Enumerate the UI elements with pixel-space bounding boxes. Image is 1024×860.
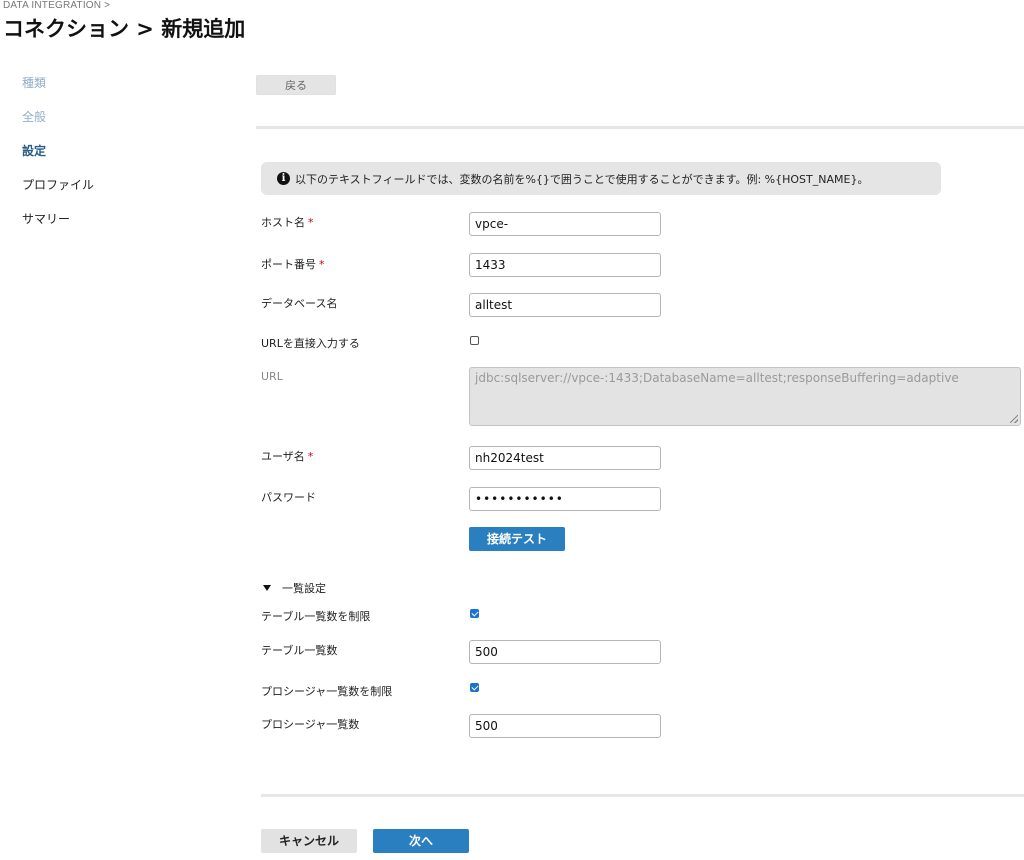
step-type[interactable]: 種類 [22,74,222,108]
password-input[interactable]: ••••••••••• [469,487,661,511]
required-mark: * [307,450,314,463]
page: DATA INTEGRATION > コネクション > 新規追加 種類 全般 設… [0,0,1024,860]
limit-procedures-label: プロシージャ一覧数を制限 [261,685,393,698]
required-mark: * [308,216,314,229]
port-label-text: ポート番号 [261,258,316,271]
user-label: ユーザ名 * [261,448,313,464]
list-settings-toggle[interactable]: 一覧設定 [263,580,326,596]
port-input[interactable]: 1433 [469,253,661,277]
back-button[interactable]: 戻る [256,75,336,95]
page-title: コネクション > 新規追加 [3,17,246,41]
host-label-text: ホスト名 [261,216,305,229]
next-button[interactable]: 次へ [373,829,469,853]
host-label: ホスト名 * [261,214,314,230]
step-general[interactable]: 全般 [22,108,222,142]
direct-url-checkbox[interactable] [470,336,479,345]
host-input[interactable]: vpce- [469,212,661,236]
procedure-count-input[interactable]: 500 [469,714,661,738]
wizard-steps: 種類 全般 設定 プロファイル サマリー [22,74,222,244]
limit-tables-checkbox[interactable] [470,609,479,618]
step-settings[interactable]: 設定 [22,142,222,176]
direct-url-label: URLを直接入力する [261,337,360,350]
step-profile: プロファイル [22,178,95,192]
step-summary: サマリー [22,212,71,226]
port-label: ポート番号 * [261,256,325,272]
database-label: データベース名 [261,297,338,310]
limit-procedures-checkbox[interactable] [470,683,479,692]
divider [256,126,1024,129]
divider [261,794,1024,797]
info-text: 以下のテキストフィールドでは、変数の名前を%{}で囲うことで使用することができま… [295,172,869,186]
database-input[interactable]: alltest [469,293,661,317]
url-label: URL [261,370,283,383]
url-textarea[interactable]: jdbc:sqlserver://vpce-:1433;DatabaseName… [469,367,1021,426]
limit-tables-label: テーブル一覧数を制限 [261,610,371,623]
required-mark: * [319,258,325,271]
list-settings-title: 一覧設定 [282,582,326,595]
user-label-text: ユーザ名 [261,450,305,463]
password-label: パスワード [261,491,316,504]
table-count-label: テーブル一覧数 [261,644,338,657]
user-input[interactable]: nh2024test [469,446,661,470]
info-banner: i 以下のテキストフィールドでは、変数の名前を%{}で囲うことで使用することがで… [261,162,941,195]
cancel-button[interactable]: キャンセル [261,829,357,853]
info-icon: i [277,172,290,185]
breadcrumb[interactable]: DATA INTEGRATION > [3,0,110,11]
url-text: jdbc:sqlserver://vpce-:1433;DatabaseName… [475,371,959,385]
procedure-count-label: プロシージャ一覧数 [261,718,360,731]
table-count-input[interactable]: 500 [469,640,661,664]
connection-test-button[interactable]: 接続テスト [469,527,565,551]
triangle-down-icon [263,585,271,591]
resize-grip-icon[interactable] [1010,415,1018,423]
